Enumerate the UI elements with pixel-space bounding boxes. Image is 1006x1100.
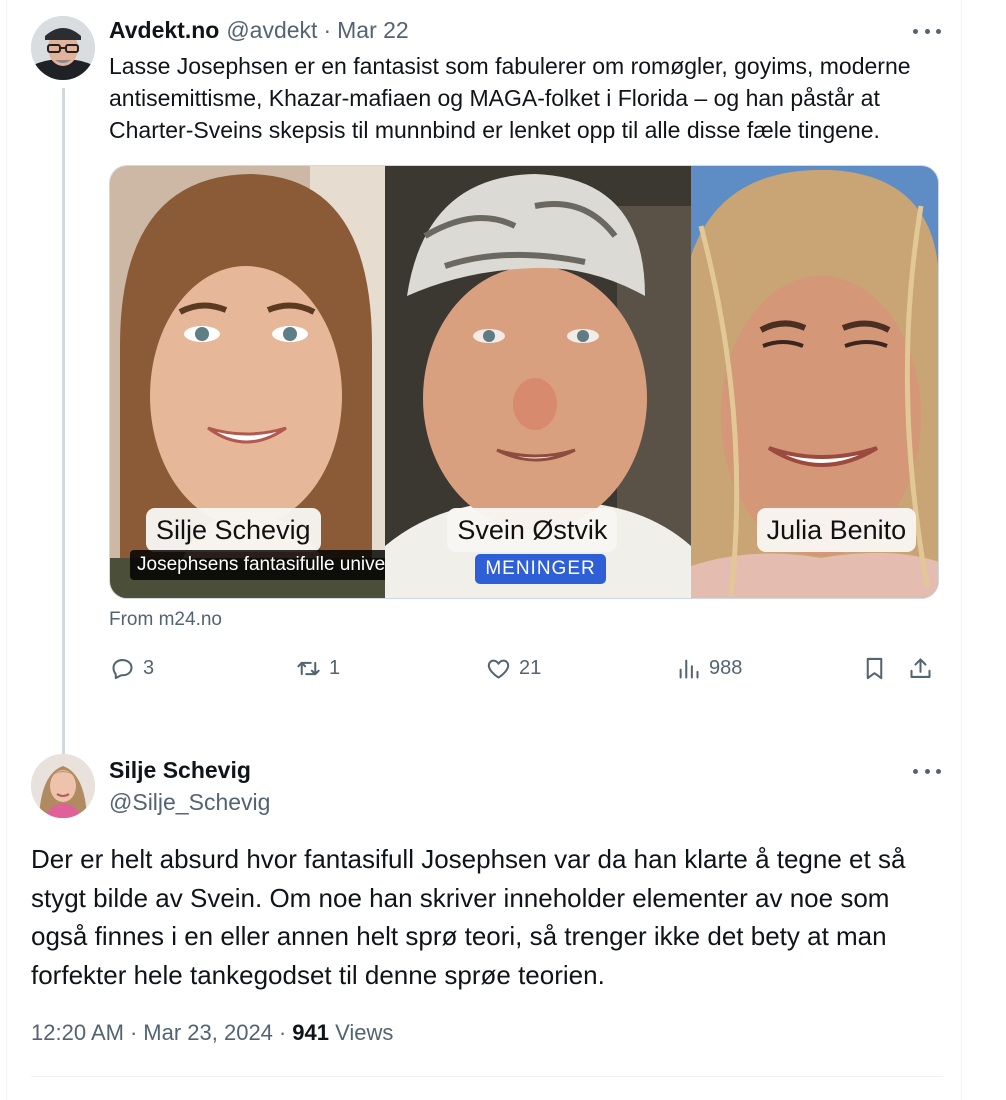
- bar-chart-icon: [679, 659, 699, 679]
- avatar-silje-icon: [31, 754, 95, 818]
- avatar-avdekt-icon: [31, 16, 95, 80]
- name-tag: Svein Østvik: [447, 508, 618, 552]
- author-handle[interactable]: @Silje_Schevig: [109, 786, 943, 818]
- heart-icon: [487, 659, 510, 679]
- reply-button[interactable]: 3: [109, 653, 154, 683]
- reply-icon: [112, 658, 133, 679]
- media-source[interactable]: From m24.no: [109, 609, 943, 631]
- media-panel-2: Svein Østvik MENINGER: [385, 166, 691, 598]
- views-label: Views: [335, 1020, 394, 1045]
- tweet-text: Der er helt absurd hvor fantasifull Jose…: [31, 844, 906, 990]
- media-caption: Josephsens fantasifulle univers: [130, 550, 386, 580]
- share-icon: [910, 657, 931, 678]
- tweet-body: Avdekt.no @avdekt · Mar 22 Lasse Josephs…: [109, 14, 943, 683]
- tweet-text: Lasse Josephsen er en fantasist som fabu…: [109, 53, 911, 143]
- share-button[interactable]: [907, 653, 934, 683]
- bookmark-icon: [866, 657, 883, 679]
- author-name[interactable]: Silje Schevig: [109, 754, 943, 786]
- tweet-header: Silje Schevig @Silje_Schevig: [109, 752, 943, 818]
- bookmark-button[interactable]: [861, 653, 888, 683]
- thread-line: [62, 88, 65, 764]
- tweet-time[interactable]: 12:20 AM: [31, 1020, 124, 1045]
- media-panel-3: Julia Benito: [690, 166, 938, 598]
- more-options-icon[interactable]: [913, 20, 941, 42]
- retweet-icon: [297, 661, 320, 675]
- name-tag: Julia Benito: [756, 508, 917, 552]
- tweet-media[interactable]: Silje Schevig Josephsens fantasifulle un…: [109, 165, 939, 599]
- tweet-date[interactable]: Mar 22: [337, 17, 409, 44]
- divider: [31, 1076, 943, 1077]
- avatar[interactable]: [31, 16, 95, 80]
- views-count: 941: [292, 1020, 329, 1045]
- category-badge: MENINGER: [475, 554, 606, 584]
- reply-count: 3: [143, 656, 155, 679]
- tweet-actions: 3 1 21 988: [109, 653, 939, 683]
- timeline-column: Avdekt.no @avdekt · Mar 22 Lasse Josephs…: [6, 0, 962, 1100]
- retweet-button[interactable]: 1: [295, 653, 340, 683]
- media-panel-1: Silje Schevig Josephsens fantasifulle un…: [110, 166, 386, 598]
- separator: ·: [323, 16, 332, 43]
- avatar[interactable]: [31, 754, 95, 818]
- views-button[interactable]: 988: [675, 653, 742, 683]
- author-handle[interactable]: @avdekt: [226, 17, 317, 44]
- name-tag: Silje Schevig: [146, 508, 321, 552]
- retweet-count: 1: [329, 656, 341, 679]
- more-options-icon[interactable]: [913, 760, 941, 782]
- like-count: 21: [519, 656, 542, 679]
- tweet-meta: 12:20 AM · Mar 23, 2024 · 941 Views: [31, 1020, 393, 1046]
- views-count: 988: [709, 656, 743, 679]
- tweet-date[interactable]: Mar 23, 2024: [143, 1020, 273, 1045]
- like-button[interactable]: 21: [485, 653, 541, 683]
- separator: ·: [278, 1020, 287, 1045]
- tweet-header: Avdekt.no @avdekt · Mar 22: [109, 14, 943, 46]
- author-name[interactable]: Avdekt.no: [109, 17, 219, 44]
- separator: ·: [129, 1020, 138, 1045]
